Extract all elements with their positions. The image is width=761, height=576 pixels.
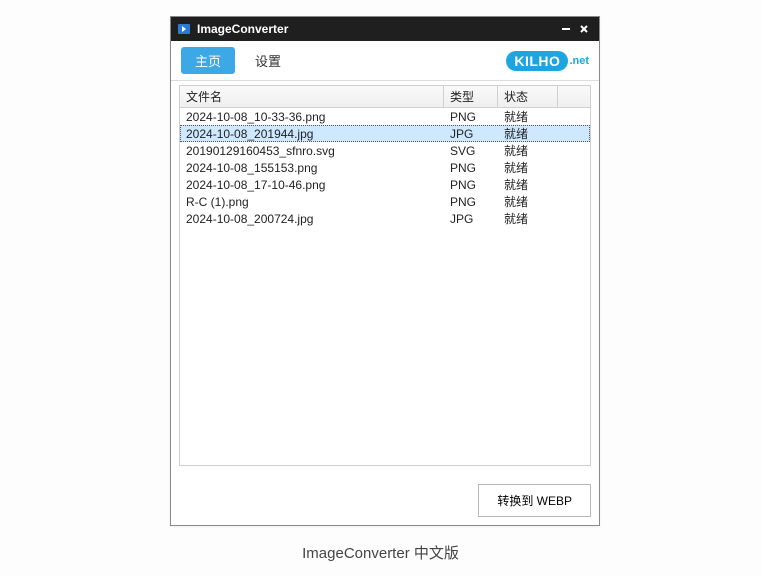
cell-filename: 2024-10-08_10-33-36.png — [180, 110, 444, 124]
table-body: 2024-10-08_10-33-36.pngPNG就绪2024-10-08_2… — [180, 108, 590, 227]
cell-type: PNG — [444, 161, 498, 175]
cell-type: PNG — [444, 110, 498, 124]
table-row[interactable]: 2024-10-08_200724.jpgJPG就绪 — [180, 210, 590, 227]
cell-status: 就绪 — [498, 125, 558, 142]
minimize-button[interactable] — [557, 20, 575, 38]
content-area: 文件名 类型 状态 2024-10-08_10-33-36.pngPNG就绪20… — [171, 81, 599, 474]
close-button[interactable] — [575, 20, 593, 38]
convert-button[interactable]: 转换到 WEBP — [478, 484, 591, 517]
cell-type: SVG — [444, 144, 498, 158]
app-window: ImageConverter 主页 设置 KILHO .net 文件名 类型 状… — [170, 16, 600, 526]
footer: 转换到 WEBP — [171, 474, 599, 525]
table-row[interactable]: 20190129160453_sfnro.svgSVG就绪 — [180, 142, 590, 159]
table-header: 文件名 类型 状态 — [180, 86, 590, 108]
cell-filename: R-C (1).png — [180, 195, 444, 209]
window-title: ImageConverter — [197, 22, 557, 36]
table-row[interactable]: R-C (1).pngPNG就绪 — [180, 193, 590, 210]
toolbar: 主页 设置 KILHO .net — [171, 41, 599, 81]
cell-status: 就绪 — [498, 210, 558, 227]
app-icon — [177, 22, 191, 36]
tab-home[interactable]: 主页 — [181, 47, 235, 74]
table-row[interactable]: 2024-10-08_17-10-46.pngPNG就绪 — [180, 176, 590, 193]
cell-filename: 20190129160453_sfnro.svg — [180, 144, 444, 158]
file-table: 文件名 类型 状态 2024-10-08_10-33-36.pngPNG就绪20… — [179, 85, 591, 466]
header-status[interactable]: 状态 — [498, 86, 558, 107]
cell-filename: 2024-10-08_17-10-46.png — [180, 178, 444, 192]
titlebar[interactable]: ImageConverter — [171, 17, 599, 41]
brand-logo[interactable]: KILHO .net — [506, 51, 589, 71]
page-caption: ImageConverter 中文版 — [0, 542, 761, 563]
tab-settings[interactable]: 设置 — [241, 47, 295, 74]
cell-type: JPG — [444, 212, 498, 226]
cell-status: 就绪 — [498, 142, 558, 159]
cell-type: PNG — [444, 178, 498, 192]
logo-main: KILHO — [506, 51, 568, 71]
cell-filename: 2024-10-08_201944.jpg — [180, 127, 444, 141]
cell-status: 就绪 — [498, 108, 558, 125]
cell-status: 就绪 — [498, 193, 558, 210]
cell-status: 就绪 — [498, 176, 558, 193]
header-filename[interactable]: 文件名 — [180, 86, 444, 107]
logo-suffix: .net — [569, 55, 589, 67]
header-type[interactable]: 类型 — [444, 86, 498, 107]
cell-type: JPG — [444, 127, 498, 141]
cell-filename: 2024-10-08_155153.png — [180, 161, 444, 175]
table-row[interactable]: 2024-10-08_10-33-36.pngPNG就绪 — [180, 108, 590, 125]
cell-filename: 2024-10-08_200724.jpg — [180, 212, 444, 226]
table-row[interactable]: 2024-10-08_201944.jpgJPG就绪 — [180, 125, 590, 142]
table-row[interactable]: 2024-10-08_155153.pngPNG就绪 — [180, 159, 590, 176]
cell-type: PNG — [444, 195, 498, 209]
header-spacer — [558, 86, 590, 107]
cell-status: 就绪 — [498, 159, 558, 176]
